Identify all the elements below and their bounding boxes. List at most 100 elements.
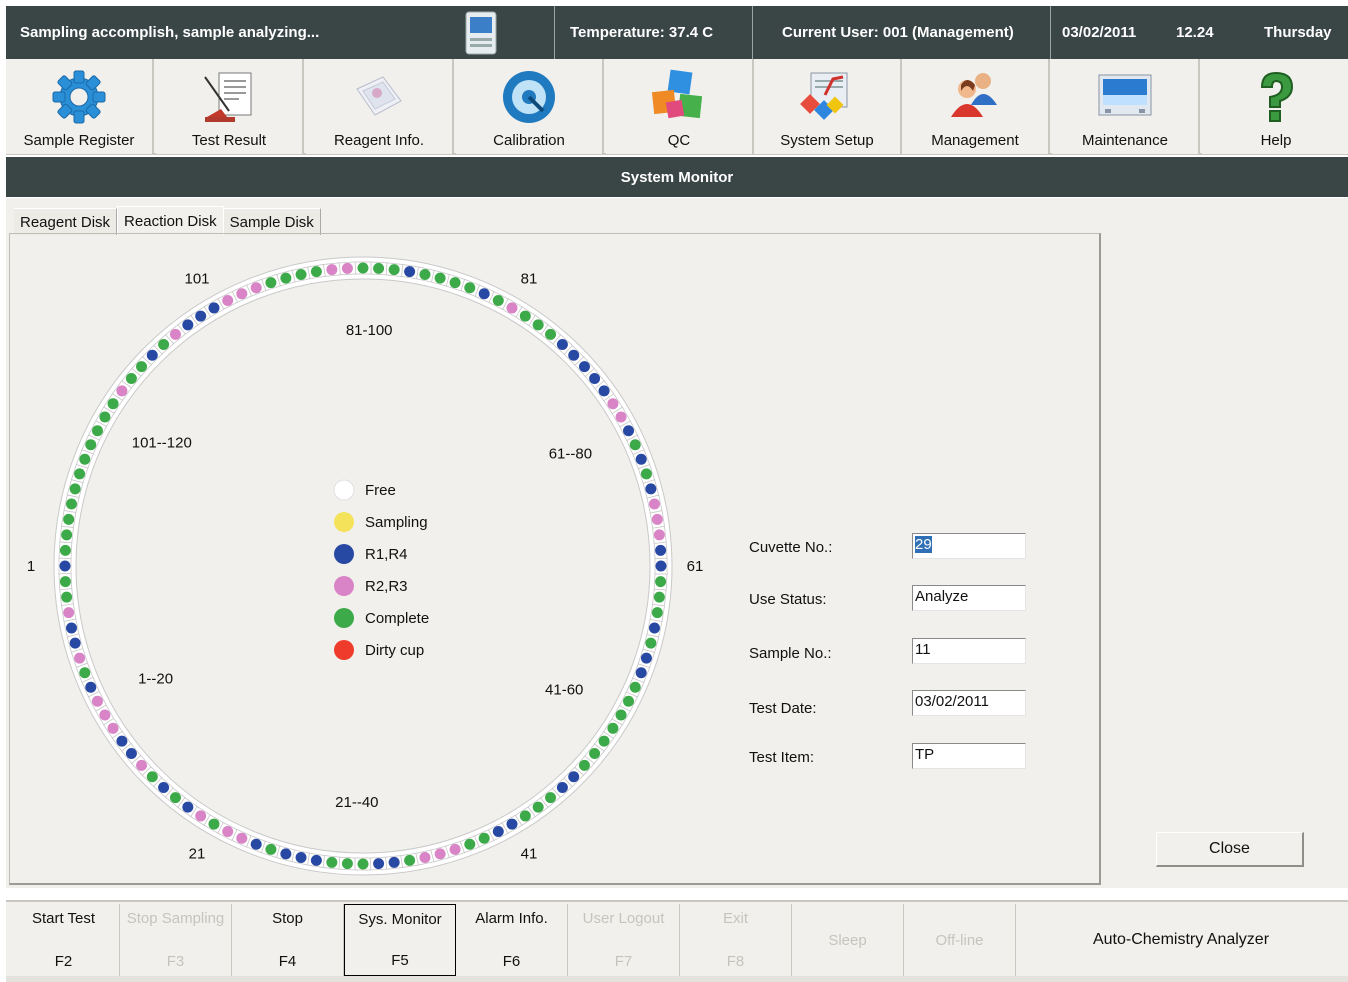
cuvette-58[interactable] — [649, 603, 665, 622]
cuvette-28[interactable] — [307, 852, 326, 868]
ring-index-label: 1 — [27, 558, 35, 575]
offline-button[interactable]: Off-line — [904, 904, 1016, 976]
gear-icon — [47, 65, 111, 129]
fkey-label: Alarm Info. — [475, 910, 548, 927]
cuvette-3[interactable] — [59, 588, 74, 607]
status-day: Thursday — [1264, 24, 1332, 41]
legend-label: R2,R3 — [365, 578, 408, 595]
report-icon — [197, 65, 261, 129]
stop-sampling-button[interactable]: Stop Sampling F3 — [120, 904, 232, 976]
cuvette-59[interactable] — [652, 588, 667, 607]
cuvette-64[interactable] — [649, 510, 665, 529]
toolbar-test-result[interactable]: Test Result — [156, 59, 304, 154]
status-date: 03/02/2011 — [1062, 24, 1137, 41]
cuvette-no-field[interactable]: 29 — [912, 533, 1026, 559]
use-status-field[interactable]: Analyze — [912, 585, 1026, 611]
toolbar-calibration[interactable]: Calibration — [456, 59, 604, 154]
exit-button[interactable]: Exit F8 — [680, 904, 792, 976]
fkey-label: Exit — [722, 910, 748, 927]
use-status-label: Use Status: — [749, 591, 827, 608]
calibration-icon — [497, 65, 561, 129]
monitor-panel: Reagent Disk Reaction Disk Sample Disk 1… — [6, 198, 1348, 888]
fkey-shortcut: F3 — [166, 953, 185, 970]
cuvette-1[interactable] — [58, 557, 72, 575]
cuvette-94[interactable] — [307, 264, 326, 280]
legend-swatch — [333, 479, 355, 501]
status-time: 12.24 — [1176, 24, 1214, 41]
cuvette-91[interactable] — [354, 261, 372, 275]
cuvette-31[interactable] — [354, 857, 372, 871]
cuvette-2[interactable] — [58, 572, 73, 591]
cuvette-no-label: Cuvette No.: — [749, 539, 833, 556]
cuvette-4[interactable] — [61, 603, 77, 622]
legend-swatch — [334, 512, 354, 532]
cuvette-120[interactable] — [58, 541, 73, 560]
sys-monitor-button[interactable]: Sys. Monitor F5 — [344, 904, 456, 976]
user-logout-button[interactable]: User Logout F7 — [568, 904, 680, 976]
page-title: System Monitor — [6, 157, 1348, 197]
legend-label: Sampling — [365, 514, 428, 531]
fkey-label: Off-line — [935, 931, 984, 949]
cuvette-33[interactable] — [385, 855, 404, 870]
cuvette-88[interactable] — [400, 264, 419, 280]
stop-button[interactable]: Stop F4 — [232, 904, 344, 976]
cuvette-93[interactable] — [322, 262, 341, 277]
cuvette-29[interactable] — [322, 855, 341, 870]
test-item-field[interactable]: TP — [912, 743, 1026, 769]
tab-reaction-disk[interactable]: Reaction Disk — [117, 206, 224, 235]
computer-icon — [464, 11, 498, 55]
fkey-label: Sys. Monitor — [358, 911, 442, 928]
toolbar-maintenance[interactable]: Maintenance — [1052, 59, 1200, 154]
cuvette-119[interactable] — [59, 525, 74, 544]
app-name: Auto-Chemistry Analyzer — [1092, 931, 1270, 948]
function-key-bar: Start Test F2 Stop Sampling F3 Stop F4 S… — [6, 900, 1348, 976]
cuvette-34[interactable] — [400, 852, 419, 868]
toolbar-label: System Setup — [780, 132, 874, 149]
cuvette-62[interactable] — [653, 541, 668, 560]
segment-label: 81-100 — [346, 322, 393, 339]
tab-sample-disk[interactable]: Sample Disk — [223, 208, 321, 235]
help-icon — [1244, 65, 1308, 129]
cuvette-90[interactable] — [369, 261, 388, 276]
sleep-button[interactable]: Sleep — [792, 904, 904, 976]
cuvette-92[interactable] — [338, 261, 357, 276]
cuvette-89[interactable] — [385, 262, 404, 277]
sample-no-field[interactable]: 11 — [912, 638, 1026, 664]
cuvette-118[interactable] — [61, 510, 77, 529]
toolbar-system-setup[interactable]: System Setup — [754, 59, 902, 154]
toolbar-label: Sample Register — [23, 132, 135, 149]
toolbar-label: QC — [667, 132, 691, 149]
cuvette-32[interactable] — [369, 856, 388, 871]
close-button[interactable]: Close — [1156, 832, 1304, 867]
test-date-field[interactable]: 03/02/2011 — [912, 690, 1026, 716]
legend-label: Free — [365, 482, 396, 499]
cuvette-61[interactable] — [654, 557, 668, 575]
test-item-label: Test Item: — [749, 749, 815, 766]
toolbar-label: Reagent Info. — [333, 132, 425, 149]
fkey-shortcut: F4 — [278, 953, 297, 970]
toolbar-management[interactable]: Management — [902, 59, 1050, 154]
toolbar-reagent-info[interactable]: Reagent Info. — [306, 59, 454, 154]
legend-swatch — [334, 640, 354, 660]
ring-index-label: 61 — [687, 558, 704, 575]
status-bar: Sampling accomplish, sample analyzing...… — [6, 6, 1348, 59]
cuvette-63[interactable] — [652, 525, 667, 544]
toolbar-sample-register[interactable]: Sample Register — [6, 59, 154, 154]
setup-icon — [795, 65, 859, 129]
segment-label: 1--20 — [138, 671, 173, 688]
cuvette-30[interactable] — [338, 856, 357, 871]
status-message: Sampling accomplish, sample analyzing... — [20, 24, 320, 41]
start-test-button[interactable]: Start Test F2 — [8, 904, 120, 976]
tab-reagent-disk[interactable]: Reagent Disk — [14, 208, 118, 235]
legend-label: R1,R4 — [365, 546, 408, 563]
toolbar-help[interactable]: Help — [1202, 59, 1348, 154]
main-toolbar: Sample Register Test Result Reagent Info… — [6, 59, 1348, 155]
toolbar-qc[interactable]: QC — [606, 59, 754, 154]
alarm-info-button[interactable]: Alarm Info. F6 — [456, 904, 568, 976]
fkey-label: User Logout — [582, 910, 665, 927]
fkey-shortcut: F7 — [614, 953, 633, 970]
toolbar-label: Calibration — [493, 132, 565, 149]
toolbar-label: Help — [1260, 132, 1292, 149]
cuvette-60[interactable] — [653, 572, 668, 591]
legend-item: R2,R3 — [334, 576, 408, 596]
